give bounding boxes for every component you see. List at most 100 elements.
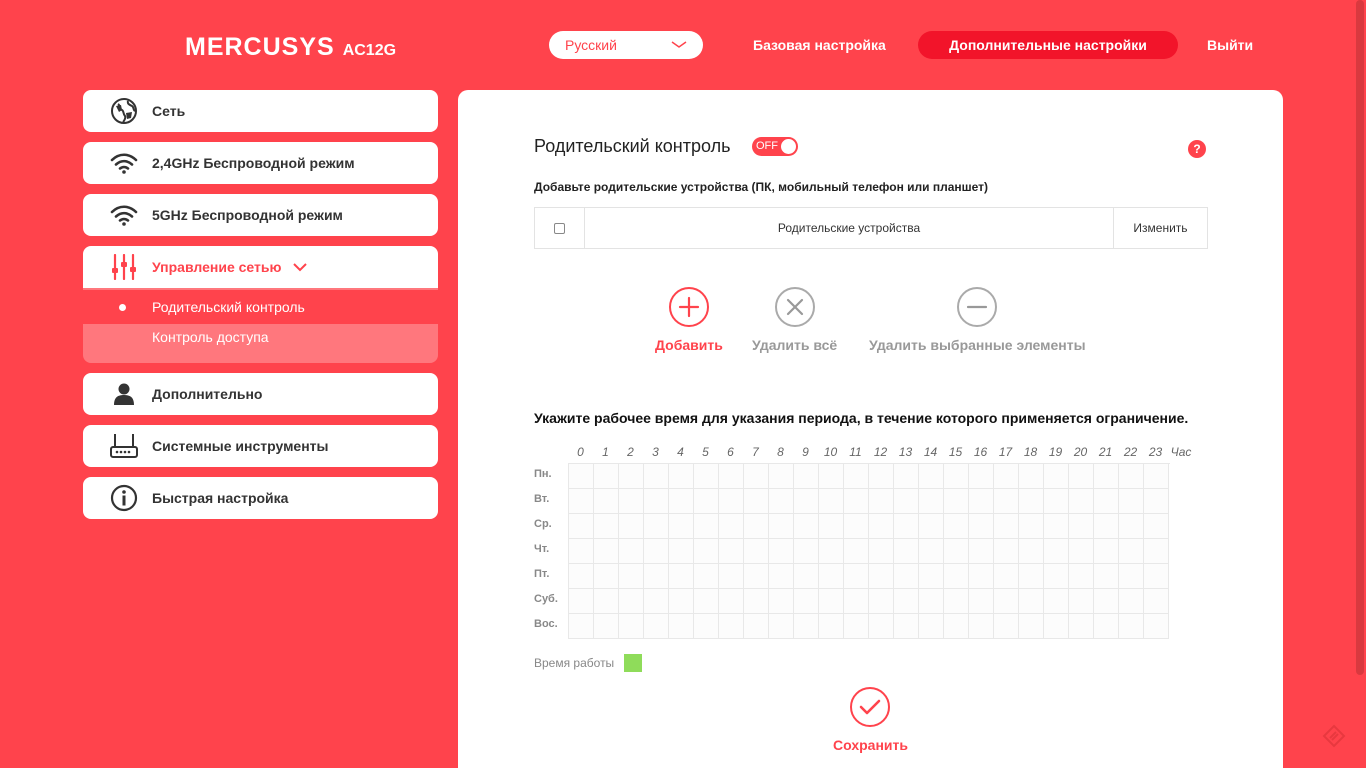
schedule-cell[interactable]: [1044, 514, 1069, 539]
schedule-cell[interactable]: [619, 514, 644, 539]
schedule-cell[interactable]: [769, 589, 794, 614]
schedule-cell[interactable]: [719, 464, 744, 489]
schedule-grid[interactable]: [568, 463, 1170, 639]
sidebar-item-system-tools[interactable]: Системные инструменты: [83, 425, 438, 467]
schedule-cell[interactable]: [794, 464, 819, 489]
schedule-cell[interactable]: [619, 489, 644, 514]
language-select[interactable]: Русский: [549, 31, 703, 59]
schedule-cell[interactable]: [694, 514, 719, 539]
schedule-cell[interactable]: [644, 564, 669, 589]
schedule-cell[interactable]: [1094, 589, 1119, 614]
schedule-cell[interactable]: [794, 564, 819, 589]
schedule-cell[interactable]: [619, 539, 644, 564]
schedule-cell[interactable]: [1069, 614, 1094, 639]
schedule-cell[interactable]: [919, 514, 944, 539]
schedule-cell[interactable]: [869, 614, 894, 639]
schedule-cell[interactable]: [994, 489, 1019, 514]
schedule-cell[interactable]: [769, 489, 794, 514]
schedule-cell[interactable]: [744, 564, 769, 589]
schedule-cell[interactable]: [694, 489, 719, 514]
submenu-item-parental-control[interactable]: Родительский контроль: [83, 290, 438, 324]
save-button[interactable]: Сохранить: [833, 687, 908, 753]
schedule-cell[interactable]: [744, 514, 769, 539]
select-all-checkbox[interactable]: [554, 222, 565, 234]
schedule-cell[interactable]: [869, 564, 894, 589]
schedule-cell[interactable]: [669, 564, 694, 589]
schedule-cell[interactable]: [744, 539, 769, 564]
schedule-cell[interactable]: [1044, 464, 1069, 489]
schedule-cell[interactable]: [594, 539, 619, 564]
schedule-cell[interactable]: [694, 539, 719, 564]
schedule-cell[interactable]: [1019, 489, 1044, 514]
schedule-cell[interactable]: [719, 564, 744, 589]
help-icon[interactable]: ?: [1188, 140, 1206, 158]
schedule-cell[interactable]: [569, 489, 594, 514]
schedule-cell[interactable]: [719, 589, 744, 614]
schedule-cell[interactable]: [844, 539, 869, 564]
schedule-cell[interactable]: [694, 564, 719, 589]
schedule-cell[interactable]: [1144, 589, 1169, 614]
schedule-cell[interactable]: [1044, 539, 1069, 564]
schedule-cell[interactable]: [869, 489, 894, 514]
schedule-cell[interactable]: [744, 589, 769, 614]
schedule-cell[interactable]: [894, 589, 919, 614]
schedule-cell[interactable]: [719, 514, 744, 539]
schedule-cell[interactable]: [1119, 589, 1144, 614]
schedule-cell[interactable]: [969, 489, 994, 514]
sidebar-item-advanced[interactable]: Дополнительно: [83, 373, 438, 415]
schedule-cell[interactable]: [969, 589, 994, 614]
schedule-cell[interactable]: [919, 564, 944, 589]
schedule-cell[interactable]: [819, 564, 844, 589]
schedule-cell[interactable]: [794, 514, 819, 539]
schedule-cell[interactable]: [994, 564, 1019, 589]
schedule-cell[interactable]: [919, 539, 944, 564]
schedule-cell[interactable]: [769, 539, 794, 564]
schedule-cell[interactable]: [1069, 564, 1094, 589]
schedule-cell[interactable]: [1044, 489, 1069, 514]
schedule-cell[interactable]: [844, 464, 869, 489]
schedule-cell[interactable]: [594, 464, 619, 489]
schedule-cell[interactable]: [594, 614, 619, 639]
schedule-cell[interactable]: [1069, 464, 1094, 489]
schedule-cell[interactable]: [569, 564, 594, 589]
nav-exit[interactable]: Выйти: [1207, 31, 1253, 59]
schedule-cell[interactable]: [1019, 589, 1044, 614]
schedule-cell[interactable]: [1094, 514, 1119, 539]
nav-advanced-settings[interactable]: Дополнительные настройки: [918, 31, 1178, 59]
schedule-cell[interactable]: [619, 614, 644, 639]
schedule-cell[interactable]: [569, 614, 594, 639]
schedule-cell[interactable]: [869, 539, 894, 564]
schedule-cell[interactable]: [844, 589, 869, 614]
schedule-cell[interactable]: [694, 614, 719, 639]
schedule-cell[interactable]: [719, 489, 744, 514]
schedule-cell[interactable]: [594, 564, 619, 589]
schedule-cell[interactable]: [969, 614, 994, 639]
schedule-cell[interactable]: [619, 589, 644, 614]
schedule-cell[interactable]: [919, 589, 944, 614]
submenu-item-access-control[interactable]: Контроль доступа: [83, 320, 438, 354]
schedule-cell[interactable]: [819, 614, 844, 639]
schedule-cell[interactable]: [569, 514, 594, 539]
schedule-cell[interactable]: [819, 464, 844, 489]
schedule-cell[interactable]: [644, 589, 669, 614]
schedule-cell[interactable]: [1044, 614, 1069, 639]
schedule-cell[interactable]: [744, 489, 769, 514]
schedule-cell[interactable]: [869, 589, 894, 614]
nav-basic-setup[interactable]: Базовая настройка: [753, 31, 886, 59]
schedule-cell[interactable]: [969, 514, 994, 539]
schedule-cell[interactable]: [894, 464, 919, 489]
schedule-cell[interactable]: [1094, 614, 1119, 639]
schedule-cell[interactable]: [894, 539, 919, 564]
schedule-cell[interactable]: [844, 564, 869, 589]
sidebar-item-wifi-24[interactable]: 2,4GHz Беспроводной режим: [83, 142, 438, 184]
schedule-cell[interactable]: [669, 614, 694, 639]
schedule-cell[interactable]: [1119, 489, 1144, 514]
schedule-cell[interactable]: [569, 464, 594, 489]
schedule-cell[interactable]: [694, 464, 719, 489]
schedule-cell[interactable]: [1144, 464, 1169, 489]
schedule-cell[interactable]: [944, 589, 969, 614]
delete-selected-button[interactable]: Удалить выбранные элементы: [869, 287, 1086, 353]
schedule-cell[interactable]: [669, 539, 694, 564]
schedule-cell[interactable]: [619, 564, 644, 589]
schedule-cell[interactable]: [994, 539, 1019, 564]
